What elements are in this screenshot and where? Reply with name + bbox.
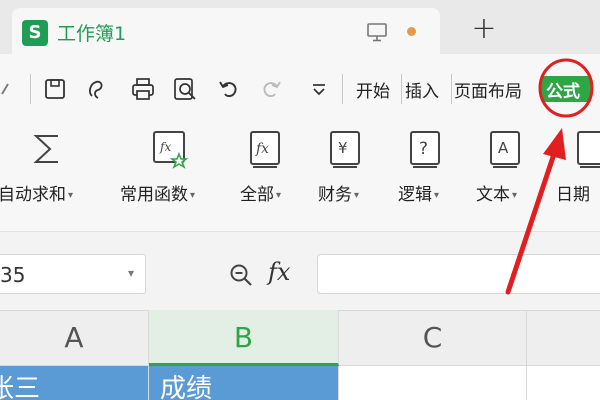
column-header-b[interactable]: B	[149, 310, 339, 366]
logical-functions-button[interactable]: 逻辑 ▾	[398, 180, 439, 205]
common-functions-label: 常用函数	[120, 185, 188, 205]
text-functions-button[interactable]: 文本 ▾	[476, 180, 517, 205]
chevron-down-icon: ▾	[512, 189, 518, 201]
svg-text:A: A	[498, 139, 509, 157]
export-pdf-icon[interactable]	[84, 76, 110, 102]
text-book-icon[interactable]: A	[485, 128, 525, 170]
zoom-icon[interactable]	[228, 262, 254, 288]
calendar-book-icon[interactable]	[572, 128, 600, 170]
fx-star-icon[interactable]: fx	[150, 128, 190, 170]
tab-formula[interactable]: 公式	[546, 77, 580, 102]
insert-function-icon[interactable]: fx	[268, 258, 290, 286]
question-book-icon[interactable]: ?	[405, 128, 445, 170]
print-icon[interactable]	[130, 76, 156, 102]
date-functions-button[interactable]: 日期	[556, 180, 590, 205]
svg-text:fx: fx	[255, 141, 269, 157]
new-tab-button[interactable]: +	[470, 14, 498, 44]
svg-text:¥: ¥	[338, 139, 348, 157]
chevron-down-icon: ▾	[354, 189, 360, 201]
menu-divider	[30, 74, 31, 104]
date-functions-label: 日期	[556, 185, 590, 205]
logical-functions-label: 逻辑	[398, 185, 432, 205]
financial-functions-button[interactable]: 财务 ▾	[318, 180, 359, 205]
undo-icon[interactable]	[216, 76, 242, 102]
svg-text:?: ?	[419, 139, 428, 159]
svg-text:fx: fx	[159, 140, 171, 154]
all-functions-button[interactable]: 全部 ▾	[240, 180, 281, 205]
common-functions-button[interactable]: 常用函数 ▾	[120, 180, 195, 205]
yen-book-icon[interactable]: ¥	[325, 128, 365, 170]
tab-page-layout[interactable]: 页面布局	[454, 77, 522, 102]
column-header-c[interactable]: C	[339, 310, 527, 366]
unsaved-indicator-dot	[407, 27, 416, 36]
text-functions-label: 文本	[476, 185, 510, 205]
print-preview-icon[interactable]	[172, 76, 198, 102]
redo-icon[interactable]	[258, 76, 284, 102]
column-header-d[interactable]	[527, 310, 600, 366]
formula-input[interactable]	[317, 254, 600, 294]
all-functions-label: 全部	[240, 185, 274, 205]
tab-insert[interactable]: 插入	[405, 77, 439, 102]
spreadsheet-logo-icon: S	[22, 20, 48, 46]
menu-divider	[342, 74, 343, 104]
autosum-button[interactable]: 自动求和 ▾	[0, 180, 73, 205]
menu-divider	[451, 74, 452, 104]
chevron-down-icon: ▾	[190, 189, 196, 201]
menu-divider	[401, 74, 402, 104]
name-box-value: 35	[0, 263, 26, 287]
cell-c1[interactable]	[339, 366, 527, 400]
cell-a1-text: 张三	[0, 374, 41, 400]
chevron-icon[interactable]	[0, 76, 22, 102]
autosum-label: 自动求和	[0, 185, 66, 205]
column-header-a[interactable]: A	[0, 310, 149, 366]
cell-b1-text: 成绩	[160, 374, 213, 400]
chevron-down-icon: ▾	[434, 189, 440, 201]
financial-functions-label: 财务	[318, 185, 352, 205]
chevron-down-icon: ▾	[276, 189, 282, 201]
customize-toolbar-icon[interactable]	[306, 76, 332, 102]
save-icon[interactable]	[42, 76, 68, 102]
fx-book-icon[interactable]: fx	[245, 128, 285, 170]
monitor-icon[interactable]	[366, 21, 388, 43]
chevron-down-icon[interactable]: ▾	[128, 266, 134, 280]
sigma-icon[interactable]	[28, 128, 68, 170]
spreadsheet-window: S 工作簿1 + 开始 插入 页面布局 公式 自动求和 ▾ fx 常用函数 ▾ …	[0, 0, 600, 400]
chevron-down-icon: ▾	[68, 189, 74, 201]
document-title: 工作簿1	[57, 23, 127, 45]
tab-home[interactable]: 开始	[356, 77, 390, 102]
